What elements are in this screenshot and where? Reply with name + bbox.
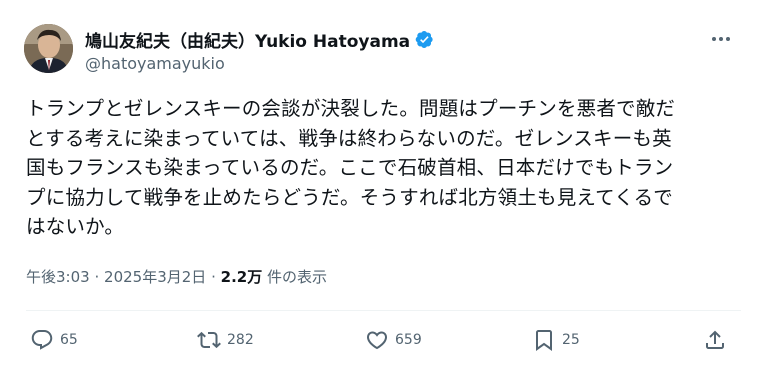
share-button[interactable]	[703, 328, 727, 352]
bookmark-button[interactable]: 25	[532, 328, 580, 352]
reply-button[interactable]: 65	[30, 328, 78, 352]
author-name-row: 鳩山友紀夫（由紀夫）Yukio Hatoyama	[85, 27, 434, 52]
views-count[interactable]: 2.2万	[221, 268, 263, 286]
meta-separator: ·	[94, 268, 100, 286]
like-icon	[366, 331, 388, 350]
reply-count: 65	[60, 332, 78, 348]
share-icon	[706, 330, 724, 349]
meta-separator: ·	[211, 268, 216, 286]
action-bar: 65 282 659 25	[26, 324, 741, 360]
verified-badge-icon[interactable]	[415, 30, 434, 49]
bookmark-count: 25	[562, 332, 580, 348]
avatar[interactable]	[24, 24, 73, 73]
post-date[interactable]: 2025年3月2日	[104, 268, 206, 286]
divider	[26, 310, 741, 311]
more-icon	[712, 37, 716, 41]
like-button[interactable]: 659	[365, 328, 422, 352]
like-count: 659	[395, 332, 422, 348]
repost-count: 282	[227, 332, 254, 348]
post-text: トランプとゼレンスキーの会談が決裂した。問題はプーチンを悪者で敵だ とする考えに…	[26, 97, 676, 238]
repost-icon	[197, 331, 221, 349]
tweet: 鳩山友紀夫（由紀夫）Yukio Hatoyama @hatoyamayukio …	[0, 0, 766, 369]
avatar-photo	[24, 24, 73, 73]
more-options-button[interactable]	[706, 24, 736, 54]
repost-button[interactable]: 282	[197, 328, 254, 352]
post-time[interactable]: 午後3:03	[26, 268, 90, 286]
author-handle[interactable]: @hatoyamayukio	[85, 54, 225, 73]
bookmark-icon	[536, 330, 552, 351]
reply-icon	[31, 330, 53, 350]
author-display-name[interactable]: 鳩山友紀夫（由紀夫）Yukio Hatoyama	[85, 27, 410, 52]
post-meta: 午後3:03 · 2025年3月2日 · 2.2万 件の表示	[26, 266, 327, 287]
views-label: 件の表示	[267, 268, 328, 286]
